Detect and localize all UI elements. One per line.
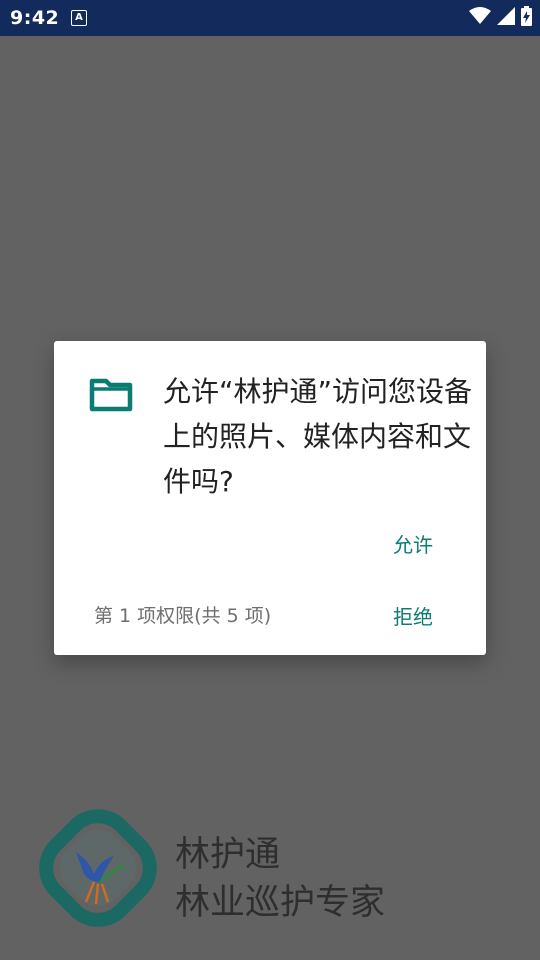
app-logo (39, 809, 157, 927)
permission-dialog: 允许“林护通”访问您设备上的照片、媒体内容和文件吗? 允许 第 1 项权限(共 … (54, 341, 486, 655)
status-time: 9:42 (10, 7, 60, 29)
system-icons (469, 6, 532, 30)
battery-charging-icon (521, 6, 532, 30)
folder-icon (89, 378, 133, 412)
status-bar: 9:42 A (0, 0, 540, 36)
app-tagline: 林业巡护专家 (175, 883, 386, 923)
signal-icon (497, 7, 515, 29)
app-branding: 林护通 林业巡护专家 (38, 808, 398, 938)
allow-button[interactable]: 允许 (393, 529, 433, 558)
deny-button[interactable]: 拒绝 (393, 601, 433, 630)
wifi-icon (469, 7, 491, 29)
app-name: 林护通 (175, 835, 281, 875)
notification-icon: A (71, 10, 87, 26)
permission-message: 允许“林护通”访问您设备上的照片、媒体内容和文件吗? (163, 375, 473, 498)
permission-counter: 第 1 项权限(共 5 项) (94, 605, 272, 627)
